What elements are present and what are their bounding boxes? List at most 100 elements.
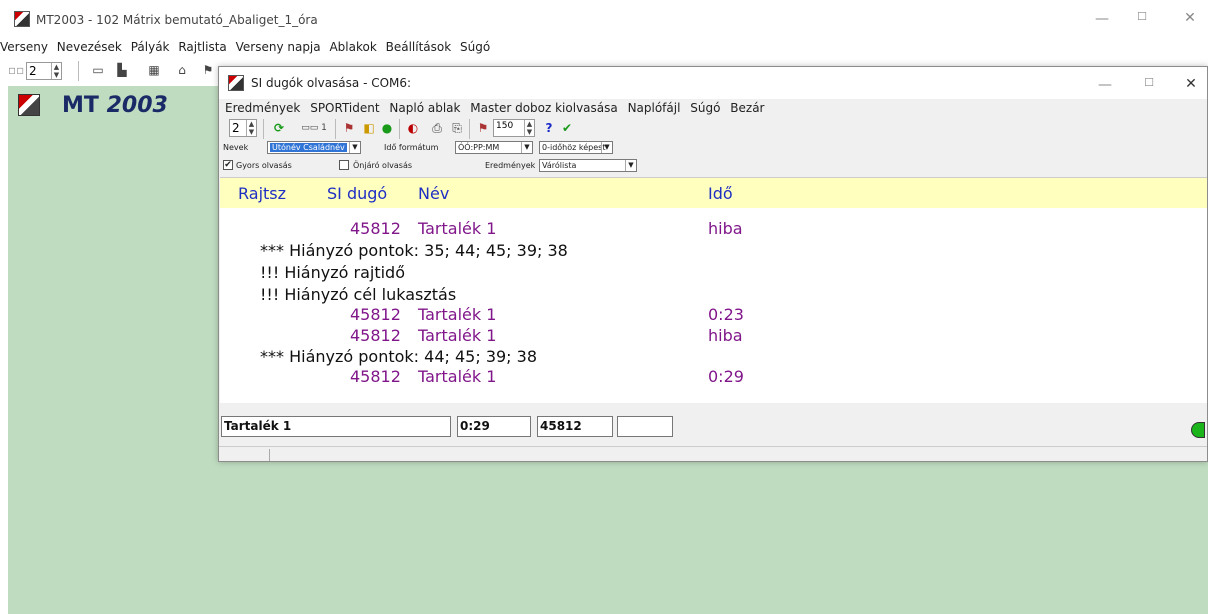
print-file-icon[interactable]: ⎘: [449, 120, 465, 136]
chevron-down-icon[interactable]: ▼: [601, 142, 612, 153]
refresh-icon[interactable]: ⟳: [271, 120, 287, 136]
results-grid-header: Rajtsz SI dugó Név Idő: [220, 177, 1207, 208]
row-time: hiba: [708, 219, 743, 238]
menu-eredmenyek[interactable]: Eredmények: [225, 101, 300, 115]
dialog-title: SI dugók olvasása - COM6:: [251, 76, 412, 90]
menu-sportident[interactable]: SPORTident: [310, 101, 379, 115]
toolbar-separator: [335, 119, 336, 139]
options-row-1: Nevek Utónév Családnév ▼ Idő formátum ÓÓ…: [219, 140, 1207, 156]
print-preview-icon[interactable]: ▦: [146, 62, 162, 78]
row-message: *** Hiányzó pontok: 44; 45; 39; 38: [260, 347, 538, 366]
dialog-minimize-button[interactable]: —: [1095, 77, 1115, 93]
toolbar-separator: [263, 119, 264, 139]
header-ido[interactable]: Idő: [708, 184, 733, 203]
menu-bezar[interactable]: Bezár: [730, 101, 764, 115]
dialog-title-bar: SI dugók olvasása - COM6: — ☐ ✕: [219, 67, 1207, 99]
si-read-dialog: SI dugók olvasása - COM6: — ☐ ✕ Eredmény…: [218, 66, 1208, 462]
status-divider: [269, 449, 270, 461]
nevek-combo[interactable]: Utónév Családnév ▼: [267, 141, 361, 154]
help-icon[interactable]: ?: [541, 120, 557, 136]
runner-icon[interactable]: ⚑: [341, 120, 357, 136]
dialog-menu-bar: Eredmények SPORTident Napló ablak Master…: [225, 101, 770, 115]
green-circle-icon[interactable]: ●: [379, 120, 395, 136]
menu-master-doboz[interactable]: Master doboz kiolvasása: [470, 101, 617, 115]
bottom-status-bar: [219, 446, 1207, 462]
main-menu-bar: Verseny Nevezések Pályák Rajtlista Verse…: [0, 40, 495, 58]
results-grid[interactable]: 45812 Tartalék 1 hiba *** Hiányzó pontok…: [220, 208, 1207, 403]
main-toolbar: ▫▫ 2 ▲ ▼ ▭ ▙ ▦ ⌂ ⚑: [0, 59, 230, 83]
idohoz-combo[interactable]: 0-időhöz képest ▼: [539, 141, 613, 154]
spin-arrows-icon[interactable]: ▲ ▼: [524, 120, 534, 136]
status-name-field: Tartalék 1: [221, 416, 451, 437]
menu-verseny[interactable]: Verseny: [0, 40, 48, 54]
printer-icon[interactable]: ⎙: [429, 120, 445, 136]
menu-dialog-sugo[interactable]: Súgó: [690, 101, 720, 115]
header-si-dugo[interactable]: SI dugó: [327, 184, 387, 203]
chevron-down-icon[interactable]: ▼: [349, 142, 360, 153]
dialog-toolbar: 2 ▲ ▼ ⟳ ▭▭ 1 ⚑ ◧ ● ◐ ⎙ ⎘ ⚑ 150 ▲ ▼ ? ✔: [219, 117, 1207, 139]
spin-arrows-icon[interactable]: ▲ ▼: [51, 63, 61, 79]
eredmenyek-combo[interactable]: Várólista ▼: [539, 159, 637, 172]
menu-ablakok[interactable]: Ablakok: [329, 40, 376, 54]
menu-nevezesek[interactable]: Nevezések: [57, 40, 122, 54]
onjaro-olvasas-checkbox[interactable]: [339, 160, 349, 170]
chevron-down-icon[interactable]: ▼: [521, 142, 532, 153]
ido-formatum-combo[interactable]: ÓÓ:PP:MM ▼: [455, 141, 533, 154]
menu-verseny-napja[interactable]: Verseny napja: [236, 40, 321, 54]
spin-arrows-icon[interactable]: ▲ ▼: [246, 120, 256, 136]
podium-icon[interactable]: ▙: [114, 62, 130, 78]
status-time-field: 0:29: [457, 416, 531, 437]
ido-formatum-label: Idő formátum: [384, 143, 439, 152]
menu-sugo[interactable]: Súgó: [460, 40, 490, 54]
status-si-field: 45812: [537, 416, 613, 437]
menu-naplofajl[interactable]: Naplófájl: [628, 101, 681, 115]
minimize-button[interactable]: —: [1092, 11, 1112, 27]
record-icon[interactable]: ◐: [405, 120, 421, 136]
row-si: 45812: [350, 326, 401, 345]
onjaro-olvasas-label: Önjáró olvasás: [353, 161, 413, 170]
checkmark-icon[interactable]: ✔: [559, 120, 575, 136]
gyors-olvasas-checkbox[interactable]: ✔: [223, 160, 233, 170]
grid-small-icon[interactable]: ▫▫: [8, 62, 24, 78]
row-name: Tartalék 1: [418, 326, 497, 345]
logo-prefix: MT: [62, 93, 99, 118]
dialog-close-button[interactable]: ✕: [1181, 76, 1201, 92]
dialog-app-icon: [228, 75, 244, 91]
menu-palyak[interactable]: Pályák: [131, 40, 170, 54]
status-extra-field: [617, 416, 673, 437]
main-title-bar: MT2003 - 102 Mátrix bemutató_Abaliget_1_…: [0, 0, 1208, 38]
row-message: *** Hiányzó pontok: 35; 44; 45; 39; 38: [260, 241, 568, 260]
runner-icon[interactable]: ⚑: [200, 62, 216, 78]
card-icon[interactable]: ▭: [90, 62, 106, 78]
toolbar-separator: [399, 119, 400, 139]
maximize-button[interactable]: ☐: [1132, 10, 1152, 23]
row-si: 45812: [350, 305, 401, 324]
dialog-spin-input[interactable]: 2 ▲ ▼: [229, 119, 257, 137]
main-window-title: MT2003 - 102 Mátrix bemutató_Abaliget_1_…: [36, 13, 318, 27]
mt2003-logo-icon: [18, 94, 40, 116]
runner2-icon[interactable]: ⚑: [475, 120, 491, 136]
row-name: Tartalék 1: [418, 219, 497, 238]
counter-icon[interactable]: ▭▭ 1: [297, 120, 331, 136]
header-nev[interactable]: Név: [418, 184, 449, 203]
logo-suffix: 2003: [106, 93, 168, 118]
close-button[interactable]: ✕: [1180, 10, 1200, 26]
status-bar: Tartalék 1 0:29 45812: [219, 410, 1207, 443]
chevron-down-icon[interactable]: ▼: [625, 160, 636, 171]
row-name: Tartalék 1: [418, 305, 497, 324]
menu-rajtlista[interactable]: Rajtlista: [178, 40, 226, 54]
eredmenyek-label: Eredmények: [485, 161, 536, 170]
menu-beallitasok[interactable]: Beállítások: [386, 40, 452, 54]
mt2003-logo: MT 2003: [8, 86, 220, 126]
menu-naplo-ablak[interactable]: Napló ablak: [389, 101, 460, 115]
card-reader-icon[interactable]: ◧: [361, 120, 377, 136]
status-led-icon: [1191, 422, 1205, 438]
row-message: !!! Hiányzó cél lukasztás: [260, 285, 457, 304]
options-row-2: ✔ Gyors olvasás Önjáró olvasás Eredménye…: [219, 158, 1207, 174]
dialog-spin2-input[interactable]: 150 ▲ ▼: [493, 119, 535, 137]
gyors-olvasas-label: Gyors olvasás: [236, 161, 292, 170]
building-icon[interactable]: ⌂: [174, 62, 190, 78]
dialog-maximize-button[interactable]: ☐: [1139, 76, 1159, 89]
header-rajtsz[interactable]: Rajtsz: [238, 184, 286, 203]
main-spin-input[interactable]: 2 ▲ ▼: [26, 62, 62, 80]
